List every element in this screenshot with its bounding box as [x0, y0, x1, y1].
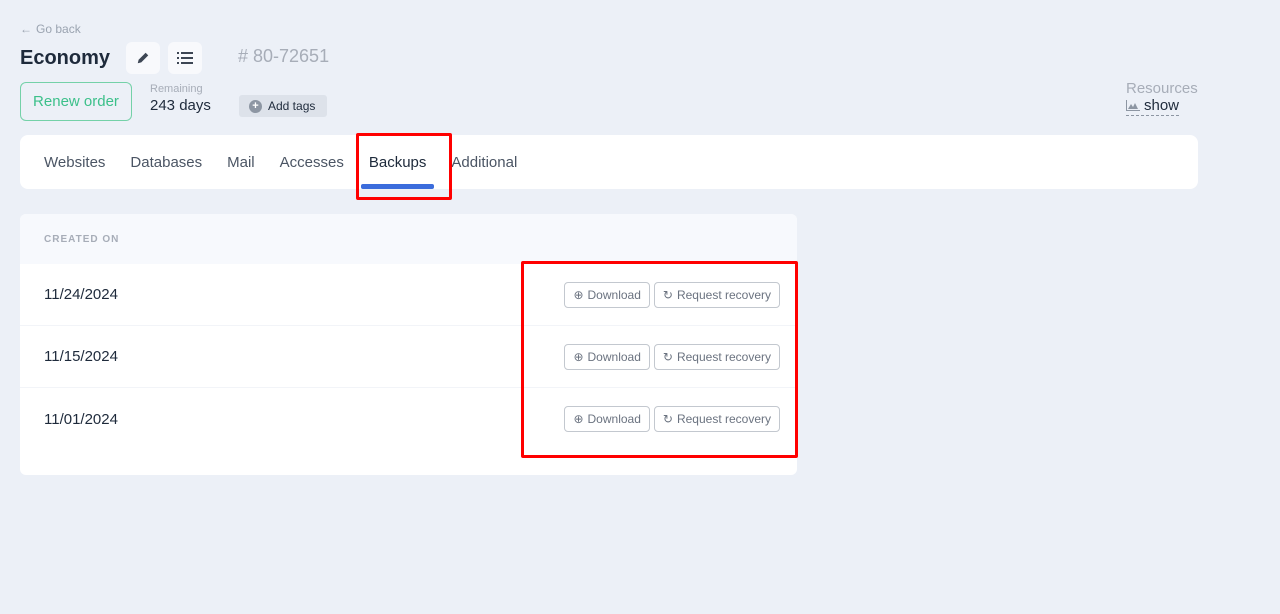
download-label: Download: [587, 349, 641, 364]
table-row: 11/24/2024 ⊕ Download ↻ Request recovery: [20, 264, 797, 326]
request-recovery-button[interactable]: ↻ Request recovery: [653, 281, 780, 308]
resources-label: Resources: [1126, 80, 1198, 97]
tab-additional[interactable]: Additional: [451, 135, 517, 189]
tab-websites[interactable]: Websites: [44, 135, 105, 189]
download-icon: ⊕: [573, 287, 584, 302]
edit-button[interactable]: [126, 42, 161, 74]
request-recovery-label: Request recovery: [676, 287, 771, 302]
backup-date: 11/15/2024: [44, 348, 118, 365]
go-back-label: Go back: [36, 22, 81, 36]
refresh-icon: ↻: [662, 412, 673, 426]
backup-date: 11/01/2024: [44, 410, 118, 428]
tab-accesses[interactable]: Accesses: [280, 135, 344, 189]
remaining-label: Remaining: [150, 83, 203, 95]
table-row: 11/15/2024 ⊕ Download ↻ Request recovery: [20, 326, 797, 388]
remaining-info: Remaining 243 days: [150, 83, 211, 114]
request-recovery-label: Request recovery: [676, 412, 771, 426]
download-icon: ⊕: [573, 349, 584, 364]
refresh-icon: ↻: [662, 287, 673, 302]
download-button[interactable]: ⊕ Download: [564, 281, 650, 308]
resources-show-link[interactable]: show: [1126, 97, 1180, 116]
add-tags-label: Add tags: [268, 99, 316, 113]
arrow-left-icon: ←: [20, 22, 32, 36]
list-button[interactable]: [168, 42, 203, 74]
request-recovery-label: Request recovery: [676, 349, 771, 364]
resources-show-label: show: [1144, 97, 1180, 114]
tab-bar: Websites Databases Mail Accesses Backups…: [20, 135, 1198, 189]
request-recovery-button[interactable]: ↻ Request recovery: [653, 406, 780, 432]
tab-mail[interactable]: Mail: [227, 135, 255, 189]
remaining-value: 243 days: [150, 97, 211, 114]
chart-icon: [1126, 100, 1140, 111]
download-label: Download: [587, 412, 641, 426]
tab-backups[interactable]: Backups: [360, 135, 434, 189]
go-back-link[interactable]: ← Go back: [20, 22, 81, 36]
request-recovery-button[interactable]: ↻ Request recovery: [653, 343, 780, 370]
resources: Resources show: [1126, 80, 1198, 116]
title-row: Economy: [20, 42, 210, 74]
refresh-icon: ↻: [662, 349, 673, 364]
backup-date: 11/24/2024: [44, 286, 118, 303]
column-header-created-on: CREATED ON: [20, 214, 797, 264]
renew-order-button[interactable]: Renew order: [20, 82, 132, 121]
page-title: Economy: [20, 46, 111, 69]
table-row: 11/01/2024 ⊕ Download ↻ Request recovery: [20, 388, 797, 450]
download-label: Download: [587, 287, 641, 302]
add-tags-button[interactable]: + Add tags: [239, 95, 328, 117]
plus-circle-icon: +: [249, 99, 262, 113]
download-icon: ⊕: [573, 412, 584, 426]
tab-databases[interactable]: Databases: [130, 135, 202, 189]
download-button[interactable]: ⊕ Download: [564, 406, 650, 432]
backups-table: CREATED ON 11/24/2024 ⊕ Download ↻ Reque…: [20, 214, 797, 475]
download-button[interactable]: ⊕ Download: [564, 343, 650, 370]
pencil-icon: [137, 52, 149, 64]
order-id: # 80-72651: [238, 46, 330, 66]
list-icon: [177, 52, 194, 64]
